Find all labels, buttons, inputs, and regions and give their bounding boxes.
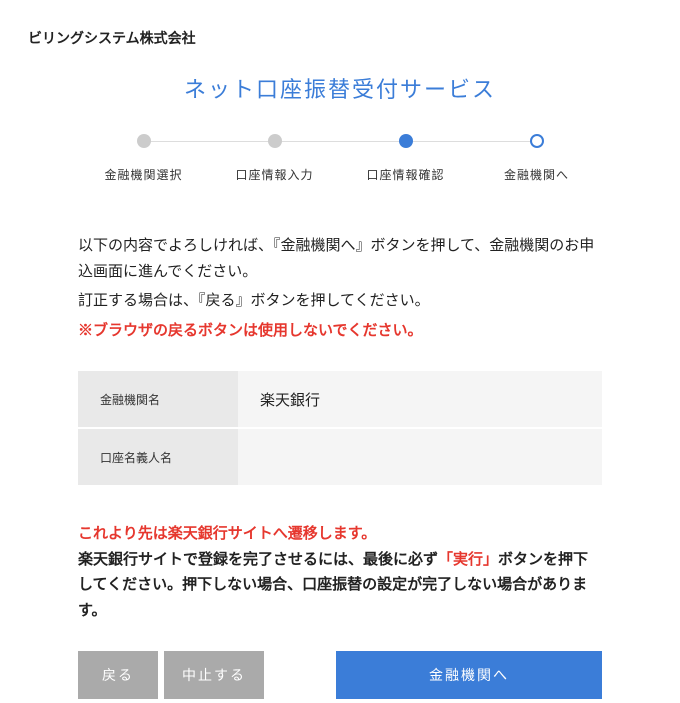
notice-emphasis: 「実行」 — [438, 551, 498, 568]
account-holder-value — [238, 429, 602, 485]
cancel-button[interactable]: 中止する — [164, 651, 264, 699]
step-dot-icon — [399, 134, 413, 148]
button-row: 戻る 中止する 金融機関へ — [78, 651, 602, 699]
execute-notice: 楽天銀行サイトで登録を完了させるには、最後に必ず「実行」ボタンを押下してください… — [78, 547, 602, 624]
proceed-button[interactable]: 金融機関へ — [336, 651, 602, 699]
spacer — [270, 651, 330, 699]
service-title: ネット口座振替受付サービス — [78, 72, 602, 104]
step-label: 口座情報確認 — [340, 166, 471, 183]
account-holder-label: 口座名義人名 — [78, 429, 238, 485]
redirect-notice: これより先は楽天銀行サイトへ遷移します。 — [78, 521, 602, 547]
notice-part-1: 楽天銀行サイトで登録を完了させるには、最後に必ず — [78, 551, 438, 568]
back-button[interactable]: 戻る — [78, 651, 158, 699]
bank-name-value: 楽天銀行 — [238, 371, 602, 427]
table-row: 金融機関名 楽天銀行 — [78, 371, 602, 427]
company-name: ビリングシステム株式会社 — [0, 0, 680, 48]
progress-stepper: 金融機関選択 口座情報入力 口座情報確認 金融機関へ — [78, 134, 602, 183]
instruction-text-2: 訂正する場合は、『戻る』ボタンを押してください。 — [78, 288, 602, 314]
browser-back-warning: ※ブラウザの戻るボタンは使用しないでください。 — [78, 318, 602, 344]
step-label: 金融機関へ — [471, 166, 602, 183]
bank-name-label: 金融機関名 — [78, 371, 238, 427]
instruction-text-1: 以下の内容でよろしければ、『金融機関へ』ボタンを押して、金融機関のお申込画面に進… — [78, 233, 602, 284]
step-dot-icon — [530, 134, 544, 148]
step-label: 口座情報入力 — [209, 166, 340, 183]
confirmation-table: 金融機関名 楽天銀行 口座名義人名 — [78, 371, 602, 485]
table-row: 口座名義人名 — [78, 429, 602, 485]
step-dot-icon — [268, 134, 282, 148]
step-dot-icon — [137, 134, 151, 148]
step-label: 金融機関選択 — [78, 166, 209, 183]
